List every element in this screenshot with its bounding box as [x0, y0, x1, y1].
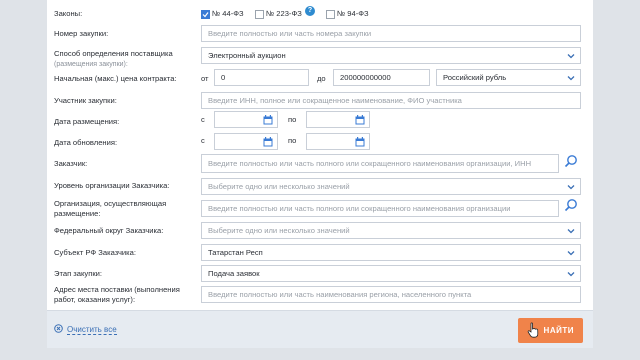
supplier-method-select[interactable]: Электронный аукцион — [201, 47, 581, 64]
delivery-address-label: Адрес места поставки (выполнения работ, … — [54, 285, 180, 305]
placement-date-from-label: с — [201, 115, 205, 124]
federal-district-label: Федеральный округ Заказчика: — [54, 226, 164, 235]
participant-label: Участник закупки: — [54, 96, 117, 105]
purchase-number-label: Номер закупки: — [54, 29, 109, 38]
find-button-label: НАЙТИ — [543, 326, 574, 335]
clear-all-label: Очистить все — [67, 325, 117, 335]
supplier-method-sublabel: (размещения закупки): — [54, 61, 128, 68]
calendar-icon[interactable] — [355, 137, 365, 147]
price-from-value: 0 — [221, 73, 226, 82]
form-footer — [47, 310, 593, 349]
currency-value: Российский рубль — [443, 73, 507, 82]
federal-district-placeholder: Выберите одно или несколько значений — [208, 226, 350, 235]
update-date-from-field[interactable] — [214, 133, 278, 150]
calendar-icon[interactable] — [263, 115, 273, 125]
placement-date-to-label: по — [288, 115, 297, 124]
law-94-label: № 94-ФЗ — [337, 9, 369, 18]
customer-input[interactable] — [208, 155, 558, 172]
laws-label: Законы: — [54, 9, 83, 18]
placement-date-to-field[interactable] — [306, 111, 370, 128]
chevron-down-icon — [567, 251, 575, 256]
placing-org-field[interactable] — [201, 200, 559, 217]
customer-level-label: Уровень организации Заказчика: — [54, 181, 170, 190]
stage-value: Подача заявок — [208, 269, 260, 278]
chevron-down-icon — [567, 54, 575, 59]
update-date-to-field[interactable] — [306, 133, 370, 150]
page-background-strip — [0, 348, 640, 360]
supplier-method-label-main: Способ определения поставщика — [54, 49, 173, 58]
placement-date-from-field[interactable] — [214, 111, 278, 128]
subject-label: Субъект РФ Заказчика: — [54, 248, 136, 257]
law-44-label: № 44-ФЗ — [212, 9, 244, 18]
price-to-label: до — [317, 74, 326, 83]
help-icon[interactable]: ? — [305, 6, 315, 16]
stage-label: Этап закупки: — [54, 269, 102, 278]
federal-district-select[interactable]: Выберите одно или несколько значений — [201, 222, 581, 239]
calendar-icon[interactable] — [355, 115, 365, 125]
delivery-address-field[interactable] — [201, 286, 581, 303]
delivery-address-label-line1: Адрес места поставки (выполнения — [54, 285, 180, 294]
update-date-to-label: по — [288, 136, 297, 145]
placing-org-label: Организация, осуществляющая размещение: — [54, 199, 166, 219]
delivery-address-input[interactable] — [208, 287, 580, 302]
supplier-method-label: Способ определения поставщика (размещени… — [54, 49, 173, 70]
calendar-icon[interactable] — [263, 137, 273, 147]
supplier-method-value: Электронный аукцион — [208, 51, 286, 60]
delivery-address-label-line2: работ, оказания услуг): — [54, 295, 136, 304]
participant-input[interactable] — [208, 93, 580, 108]
participant-field[interactable] — [201, 92, 581, 109]
law-94-checkbox[interactable] — [326, 10, 335, 19]
update-date-from-label: с — [201, 136, 205, 145]
law-44-checkbox[interactable] — [201, 10, 210, 19]
chevron-down-icon — [567, 76, 575, 81]
search-icon[interactable] — [564, 198, 578, 212]
price-from-field[interactable]: 0 — [214, 69, 309, 86]
price-to-value: 200000000000 — [340, 73, 391, 82]
law-223-label: № 223-ФЗ — [266, 9, 302, 18]
customer-label: Заказчик: — [54, 159, 88, 168]
purchase-number-input[interactable] — [208, 26, 580, 41]
stage-select[interactable]: Подача заявок — [201, 265, 581, 282]
purchase-number-field[interactable] — [201, 25, 581, 42]
subject-select[interactable]: Татарстан Респ — [201, 244, 581, 261]
customer-level-placeholder: Выберите одно или несколько значений — [208, 182, 350, 191]
law-223-checkbox[interactable] — [255, 10, 264, 19]
check-icon — [202, 12, 209, 18]
price-from-label: от — [201, 74, 209, 83]
customer-field[interactable] — [201, 154, 559, 173]
placing-org-label-line1: Организация, осуществляющая — [54, 199, 167, 208]
chevron-down-icon — [567, 272, 575, 277]
subject-value: Татарстан Респ — [208, 248, 263, 257]
update-date-label: Дата обновления: — [54, 138, 118, 147]
search-icon[interactable] — [564, 154, 578, 168]
price-label: Начальная (макс.) цена контракта: — [54, 74, 177, 83]
chevron-down-icon — [567, 185, 575, 190]
customer-level-select[interactable]: Выберите одно или несколько значений — [201, 178, 581, 195]
close-circle-icon — [54, 324, 63, 333]
placing-org-input[interactable] — [208, 201, 558, 216]
clear-all-link[interactable]: Очистить все — [54, 324, 117, 336]
placing-org-label-line2: размещение: — [54, 209, 101, 218]
price-to-field[interactable]: 200000000000 — [333, 69, 430, 86]
placement-date-label: Дата размещения: — [54, 117, 120, 126]
currency-select[interactable]: Российский рубль — [436, 69, 581, 86]
hand-cursor-icon — [527, 322, 539, 338]
chevron-down-icon — [567, 229, 575, 234]
